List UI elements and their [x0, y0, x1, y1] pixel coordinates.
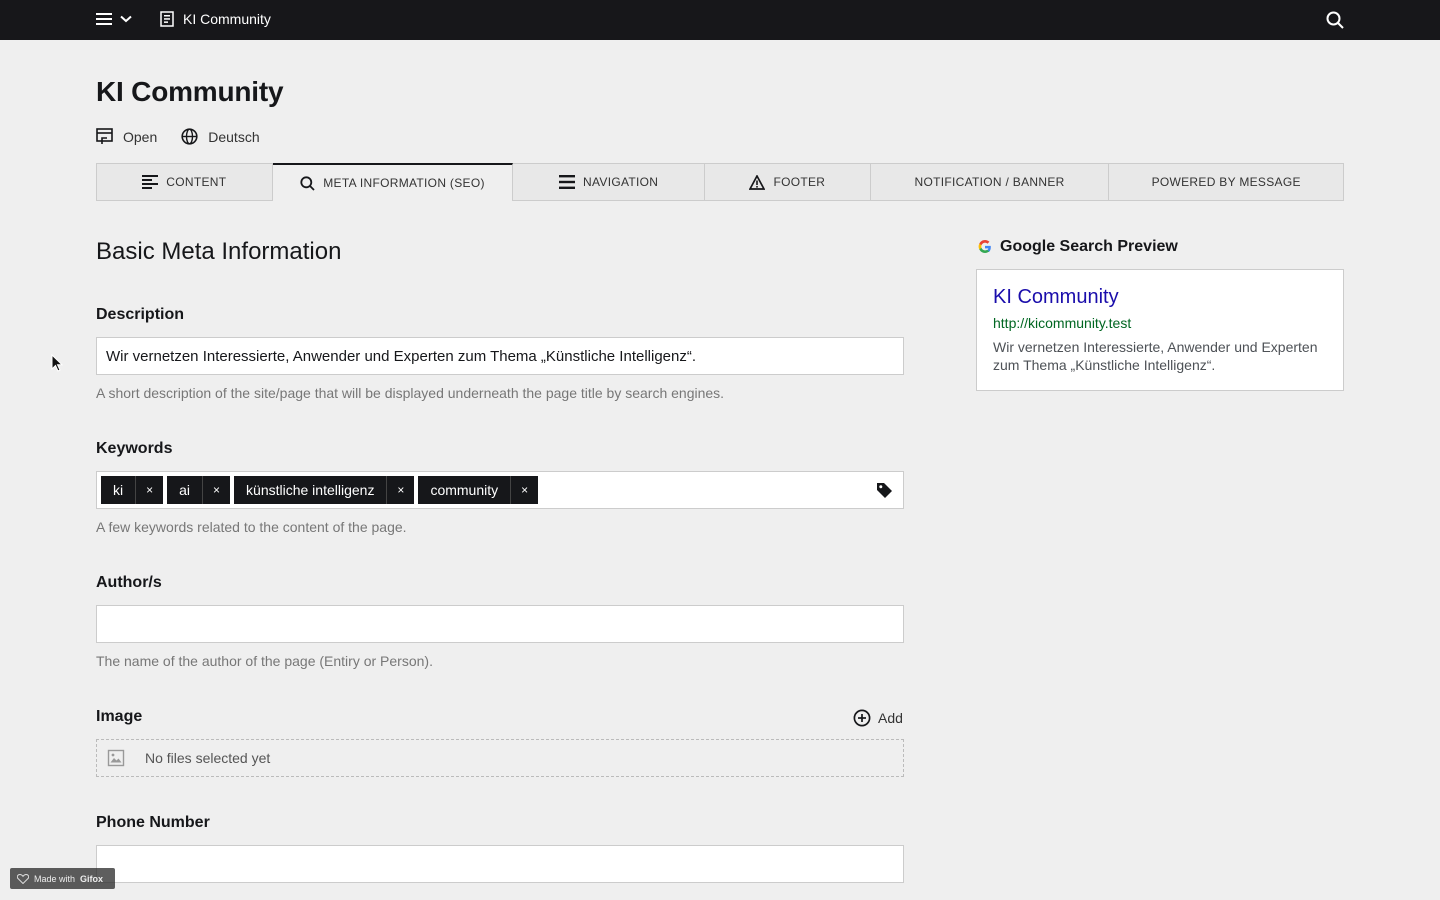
tab-footer[interactable]: FOOTER: [705, 164, 871, 200]
description-help: A short description of the site/page tha…: [96, 385, 725, 401]
keyword-tag-text: community: [430, 482, 499, 498]
keywords-help: A few keywords related to the content of…: [96, 519, 407, 535]
keyword-tag-text: ki: [113, 482, 124, 498]
keyword-tag[interactable]: ai ×: [167, 476, 231, 504]
tab-meta-information[interactable]: META INFORMATION (SEO): [272, 163, 514, 201]
tab-label: NOTIFICATION / BANNER: [914, 175, 1065, 189]
google-preview-heading: Google Search Preview: [978, 238, 1178, 256]
chevron-down-icon: [120, 15, 132, 23]
image-label: Image: [96, 708, 143, 725]
keyword-tag[interactable]: künstliche intelligenz ×: [234, 476, 415, 504]
plus-circle-icon: [853, 709, 871, 727]
description-label: Description: [96, 306, 185, 323]
description-input[interactable]: Wir vernetzen Interessierte, Anwender un…: [96, 337, 904, 375]
remove-tag-button[interactable]: ×: [202, 476, 230, 504]
tab-label: CONTENT: [166, 175, 227, 189]
page-icon: [160, 11, 174, 27]
tab-label: NAVIGATION: [583, 175, 659, 189]
site-name: KI Community: [183, 11, 271, 27]
add-image-label: Add: [878, 710, 903, 726]
author-input[interactable]: [96, 605, 904, 643]
image-icon: [107, 749, 125, 767]
keyword-tag-text: ai: [179, 482, 191, 498]
google-icon: [978, 240, 991, 253]
phone-input[interactable]: [96, 845, 904, 883]
phone-label: Phone Number: [96, 814, 210, 831]
tab-label: META INFORMATION (SEO): [323, 176, 485, 190]
tab-content[interactable]: CONTENT: [97, 164, 273, 200]
preview-result-url: http://kicommunity.test: [993, 315, 1132, 331]
page-options: Open Deutsch: [96, 128, 260, 145]
page-title: KI Community: [96, 76, 284, 107]
gifox-brand: Gifox: [80, 873, 104, 884]
search-button[interactable]: [1326, 11, 1344, 34]
language-label: Deutsch: [208, 128, 260, 145]
google-preview-title: Google Search Preview: [1000, 238, 1178, 255]
heart-icon: [17, 873, 29, 884]
keyword-tag[interactable]: community ×: [418, 476, 539, 504]
tab-navigation[interactable]: NAVIGATION: [513, 164, 706, 200]
remove-tag-button[interactable]: ×: [386, 476, 414, 504]
gifox-prefix: Made with: [34, 873, 76, 884]
language-selector[interactable]: Deutsch: [181, 128, 260, 145]
preview-result-title[interactable]: KI Community: [993, 286, 1327, 309]
globe-icon: [181, 128, 198, 145]
remove-tag-button[interactable]: ×: [135, 476, 163, 504]
open-link[interactable]: Open: [96, 128, 157, 145]
search-icon: [300, 175, 315, 191]
tab-label: FOOTER: [773, 175, 826, 189]
tab-notification-banner[interactable]: NOTIFICATION / BANNER: [871, 164, 1110, 200]
keyword-tag-text: künstliche intelligenz: [246, 482, 375, 498]
section-title: Basic Meta Information: [96, 238, 342, 265]
menu-icon: [559, 175, 576, 189]
tab-powered-by-message[interactable]: POWERED BY MESSAGE: [1109, 164, 1343, 200]
author-label: Author/s: [96, 574, 162, 591]
preview-result-description: Wir vernetzen Interessierte, Anwender un…: [993, 339, 1318, 373]
image-dropzone[interactable]: No files selected yet: [96, 739, 904, 777]
description-value: Wir vernetzen Interessierte, Anwender un…: [106, 347, 697, 365]
mouse-cursor-icon: [51, 354, 63, 372]
open-label: Open: [123, 128, 158, 145]
warning-icon: [749, 174, 766, 190]
top-bar: KI Community: [0, 0, 1440, 40]
tab-bar: CONTENT META INFORMATION (SEO) NAVIGATIO…: [96, 163, 1344, 201]
hamburger-icon: [96, 13, 112, 25]
align-left-icon: [142, 175, 159, 189]
menu-button[interactable]: [96, 12, 132, 26]
gifox-badge: Made with Gifox: [10, 868, 115, 889]
image-empty-text: No files selected yet: [145, 750, 271, 766]
tab-label: POWERED BY MESSAGE: [1151, 175, 1301, 189]
search-icon: [1326, 11, 1344, 29]
keywords-label: Keywords: [96, 440, 173, 457]
keyword-tag[interactable]: ki ×: [101, 476, 164, 504]
tag-icon: [877, 483, 892, 498]
keywords-input[interactable]: ki × ai × künstliche intelligenz × commu…: [96, 471, 904, 509]
open-external-icon: [96, 128, 113, 144]
author-help: The name of the author of the page (Enti…: [96, 653, 433, 669]
remove-tag-button[interactable]: ×: [510, 476, 538, 504]
add-image-button[interactable]: Add: [853, 709, 903, 727]
google-preview-card: KI Community http://kicommunity.test Wir…: [976, 269, 1344, 391]
site-switcher[interactable]: KI Community: [160, 11, 271, 27]
